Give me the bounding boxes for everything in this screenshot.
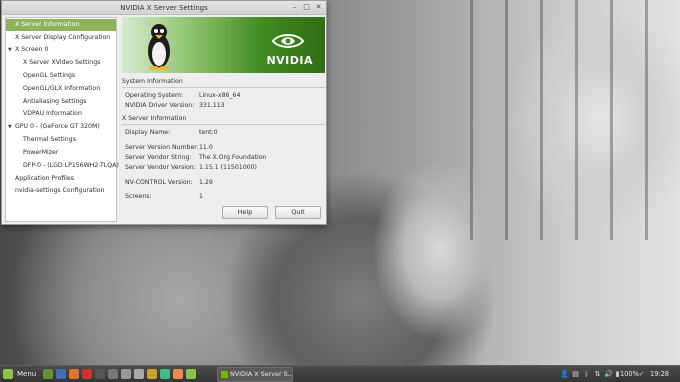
tree-item-opengl-settings[interactable]: OpenGL Settings bbox=[6, 70, 116, 82]
tree-item-x-screen-0[interactable]: ▼ X Screen 0 bbox=[6, 44, 116, 56]
tree-item-xvideo-settings[interactable]: X Server XVideo Settings bbox=[6, 57, 116, 69]
clock[interactable]: 19:28 bbox=[650, 369, 669, 379]
driver-version-label: NVIDIA Driver Version: bbox=[125, 102, 195, 109]
wallpaper-stripe bbox=[470, 0, 473, 240]
tree-item-vdpau-information[interactable]: VDPAU Information bbox=[6, 108, 116, 120]
tree-item-antialiasing-settings[interactable]: Antialiasing Settings bbox=[6, 96, 116, 108]
tree-item-label: X Server XVideo Settings bbox=[23, 59, 101, 66]
launcher-icon[interactable] bbox=[134, 369, 144, 379]
screens-label: Screens: bbox=[125, 193, 152, 200]
operating-system-value: Linux-x86_64 bbox=[199, 92, 241, 99]
quit-button[interactable]: Quit bbox=[275, 206, 321, 219]
settings-tree: X Server Information X Server Display Co… bbox=[5, 17, 119, 222]
wallpaper-stripe bbox=[645, 0, 648, 240]
maximize-button[interactable]: □ bbox=[302, 3, 311, 12]
x-server-information-header: X Server Information bbox=[122, 115, 187, 122]
section-divider bbox=[122, 87, 325, 88]
window-titlebar[interactable]: NVIDIA X Server Settings – □ ✕ bbox=[2, 1, 326, 15]
driver-version-value: 331.113 bbox=[199, 102, 225, 109]
tree-item-thermal-settings[interactable]: Thermal Settings bbox=[6, 134, 116, 146]
minimize-button[interactable]: – bbox=[290, 3, 299, 12]
bluetooth-icon[interactable]: ᛒ bbox=[582, 369, 591, 379]
tux-penguin-icon bbox=[148, 24, 170, 70]
wallpaper-stripe bbox=[540, 0, 543, 240]
display-name-value: tent:0 bbox=[199, 129, 218, 136]
launcher-icon[interactable] bbox=[56, 369, 66, 379]
tree-item-label: DFP-0 - (LGD LP156WH2-TLQA) bbox=[23, 162, 119, 169]
taskbar-window-button[interactable]: NVIDIA X Server S... bbox=[217, 367, 293, 382]
tree-item-label: GPU 0 - (GeForce GT 320M) bbox=[15, 123, 100, 130]
tree-item-label: PowerMizer bbox=[23, 149, 59, 156]
menu-button[interactable]: Menu bbox=[3, 368, 36, 381]
vendor-string-label: Server Vendor String: bbox=[125, 154, 192, 161]
taskbar: Menu NVIDIA X Server S... 👤 ▤ ᛒ ⇅ 🔊 ▮ 10… bbox=[0, 365, 680, 382]
launcher-icon[interactable] bbox=[69, 369, 79, 379]
task-label: NVIDIA X Server S... bbox=[230, 370, 293, 378]
nvidia-app-icon bbox=[221, 371, 228, 378]
network-icon[interactable]: ⇅ bbox=[593, 369, 602, 379]
launcher-icon[interactable] bbox=[121, 369, 131, 379]
tree-item-label: Application Profiles bbox=[15, 175, 75, 182]
launcher-icon[interactable] bbox=[173, 369, 183, 379]
document-icon[interactable]: ▤ bbox=[571, 369, 580, 379]
wallpaper-stripe bbox=[505, 0, 508, 240]
display-name-label: Display Name: bbox=[125, 129, 171, 136]
tree-item-powermizer[interactable]: PowerMizer bbox=[6, 147, 116, 159]
server-version-label: Server Version Number: bbox=[125, 144, 199, 151]
tree-item-opengl-glx-information[interactable]: OpenGL/GLX Information bbox=[6, 83, 116, 95]
server-version-value: 11.0 bbox=[199, 144, 213, 151]
tree-item-label: OpenGL Settings bbox=[23, 72, 76, 79]
expander-down-icon[interactable]: ▼ bbox=[8, 44, 15, 56]
launcher-icon[interactable] bbox=[160, 369, 170, 379]
tree-item-label: X Server Display Configuration bbox=[15, 34, 111, 41]
launcher-icon[interactable] bbox=[43, 369, 53, 379]
launcher-icon[interactable] bbox=[186, 369, 196, 379]
section-divider bbox=[122, 124, 325, 125]
tree-item-nvidia-settings-configuration[interactable]: nvidia-settings Configuration bbox=[6, 185, 116, 197]
system-information-header: System Information bbox=[122, 78, 183, 85]
tree-item-label: nvidia-settings Configuration bbox=[15, 187, 105, 194]
nv-control-version-label: NV-CONTROL Version: bbox=[125, 179, 193, 186]
mint-logo-icon bbox=[3, 369, 13, 379]
close-button[interactable]: ✕ bbox=[314, 3, 323, 12]
tree-item-label: X Server Information bbox=[15, 21, 80, 28]
tree-item-label: X Screen 0 bbox=[15, 46, 49, 53]
operating-system-label: Operating System: bbox=[125, 92, 184, 99]
tree-item-label: VDPAU Information bbox=[23, 110, 82, 117]
content-panel: NVIDIA System Information Operating Syst… bbox=[122, 17, 325, 222]
vendor-version-value: 1.15.1 (11501000) bbox=[199, 164, 257, 171]
launcher-icon[interactable] bbox=[82, 369, 92, 379]
expander-down-icon[interactable]: ▼ bbox=[8, 121, 15, 133]
launcher-icon[interactable] bbox=[147, 369, 157, 379]
menu-label: Menu bbox=[17, 370, 37, 378]
tree-item-x-server-information[interactable]: X Server Information bbox=[6, 19, 116, 31]
tree-item-x-server-display-configuration[interactable]: X Server Display Configuration bbox=[6, 32, 116, 44]
nvidia-logo-text: NVIDIA bbox=[266, 54, 313, 67]
window-title: NVIDIA X Server Settings bbox=[120, 4, 208, 12]
nvidia-banner: NVIDIA bbox=[122, 17, 325, 73]
screens-value: 1 bbox=[199, 193, 203, 200]
nv-control-version-value: 1.29 bbox=[199, 179, 213, 186]
wallpaper-stripe bbox=[610, 0, 613, 240]
launcher-icon[interactable] bbox=[108, 369, 118, 379]
tree-item-label: Antialiasing Settings bbox=[23, 98, 87, 105]
tree-item-application-profiles[interactable]: Application Profiles bbox=[6, 173, 116, 185]
launcher-icon[interactable] bbox=[95, 369, 105, 379]
update-shield-icon[interactable]: ✓ bbox=[637, 369, 646, 379]
tree-item-gpu-0[interactable]: ▼ GPU 0 - (GeForce GT 320M) bbox=[6, 121, 116, 133]
volume-icon[interactable]: 🔊 bbox=[604, 369, 613, 379]
tree-item-label: Thermal Settings bbox=[23, 136, 76, 143]
help-button[interactable]: Help bbox=[222, 206, 268, 219]
vendor-string-value: The X.Org Foundation bbox=[199, 154, 267, 161]
nvidia-eye-logo-icon bbox=[271, 34, 305, 48]
user-icon[interactable]: 👤 bbox=[560, 369, 569, 379]
tree-item-dfp-0[interactable]: DFP-0 - (LGD LP156WH2-TLQA) bbox=[6, 160, 119, 172]
vendor-version-label: Server Vendor Version: bbox=[125, 164, 196, 171]
wallpaper-stripe bbox=[575, 0, 578, 240]
nvidia-settings-window: NVIDIA X Server Settings – □ ✕ X Server … bbox=[1, 0, 327, 225]
tree-item-label: OpenGL/GLX Information bbox=[23, 85, 101, 92]
